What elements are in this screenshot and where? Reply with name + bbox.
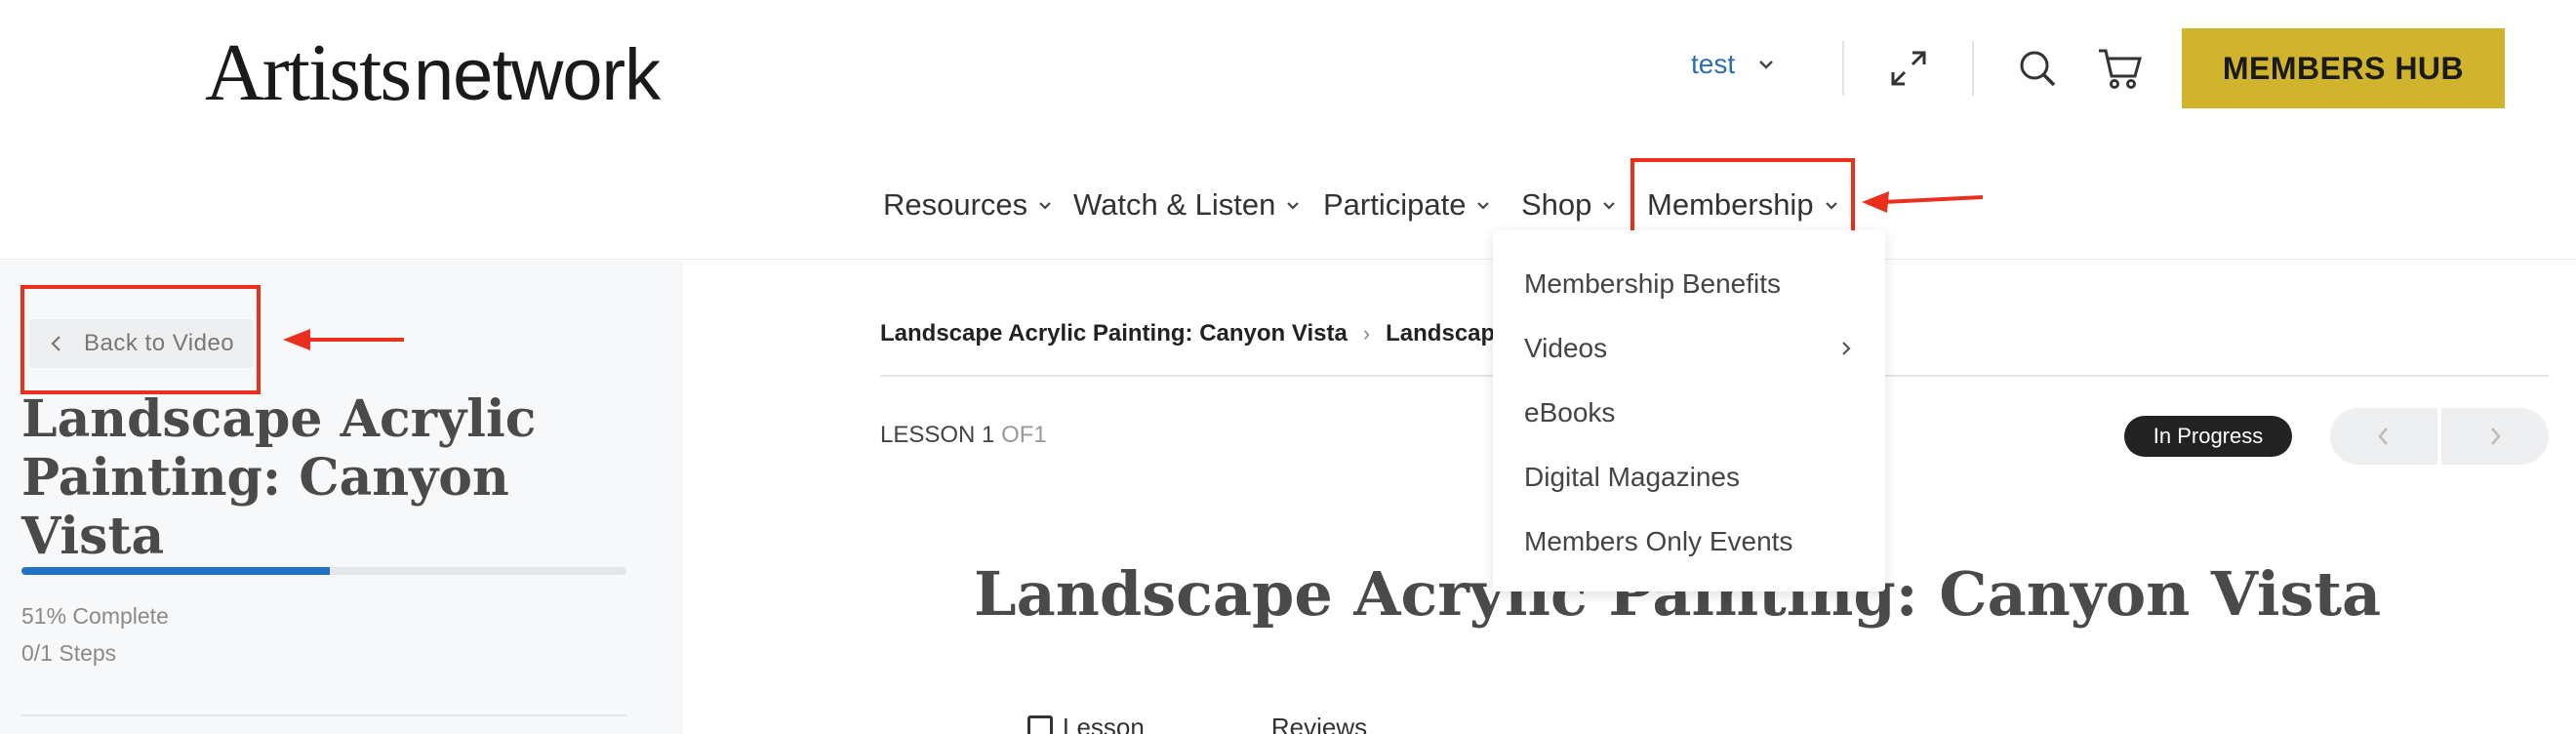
menu-item-label: Videos [1524,333,1608,363]
steps-count: 0/1 Steps [21,640,117,666]
tab-label: Lesson [1063,713,1145,734]
logo-text-artists: Artists [205,27,412,118]
menu-item-label: eBooks [1524,397,1616,428]
chevron-down-icon [1759,61,1774,69]
menu-item-membership-benefits[interactable]: Membership Benefits [1493,252,1885,316]
menu-item-label: Membership Benefits [1524,268,1782,299]
back-button-highlight-box [20,285,261,394]
next-lesson-button[interactable] [2441,408,2549,465]
content-tabs: Lesson Reviews [1027,713,1367,734]
breadcrumb-separator-icon: › [1362,321,1371,346]
site-header: Artists network test MEMBERS HUB Resourc… [0,0,2576,260]
menu-item-members-only-events[interactable]: Members Only Events [1493,510,1885,574]
chevron-down-icon [1477,202,1490,210]
course-progress-bar [21,567,626,575]
arrow-left-icon [1862,191,1984,213]
percent-complete: 51% Complete [21,603,169,629]
logo-text-network: network [414,34,661,115]
nav-item-shop[interactable]: Shop [1521,176,1619,234]
menu-item-label: Digital Magazines [1524,462,1740,492]
course-title: Landscape Acrylic Painting: Canyon Vista [21,389,537,566]
menu-item-ebooks[interactable]: eBooks [1493,381,1885,445]
breadcrumb-course-link[interactable]: Landscape Acrylic Painting: Canyon Vista [880,320,1348,347]
expand-button[interactable] [1887,47,1930,95]
nav-item-label: Shop [1521,187,1592,222]
user-name: test [1691,49,1736,79]
checkbox-icon [1027,714,1053,734]
search-button[interactable] [2016,47,2059,95]
menu-item-label: Members Only Events [1524,526,1793,556]
user-account-menu[interactable]: test [1691,49,1778,80]
status-badge: In Progress [2124,416,2292,457]
menu-item-videos[interactable]: Videos [1493,316,1885,381]
header-divider [1972,41,1974,96]
cart-button[interactable] [2096,45,2143,97]
chevron-left-icon [2378,428,2388,445]
arrow-left-icon [283,329,404,350]
breadcrumb-lesson-link[interactable]: Landscape [1386,320,1508,347]
previous-lesson-button[interactable] [2330,408,2437,465]
sidebar-divider [21,714,626,716]
nav-item-resources[interactable]: Resources [883,176,1055,234]
tab-lesson[interactable]: Lesson [1027,713,1145,734]
membership-highlight-box [1630,158,1855,239]
lesson-counter: LESSON 1 OF1 [880,422,1047,449]
menu-item-digital-magazines[interactable]: Digital Magazines [1493,445,1885,510]
artists-network-logo[interactable]: Artists network [205,25,661,118]
course-progress-fill [21,567,331,575]
tab-reviews[interactable]: Reviews [1271,713,1367,734]
header-divider [1842,41,1844,96]
nav-item-watch-listen[interactable]: Watch & Listen [1073,176,1303,234]
chevron-down-icon [1603,202,1616,210]
lesson-number: LESSON 1 [880,422,995,448]
chevron-down-icon [1039,202,1051,210]
lesson-total: OF1 [1001,422,1047,448]
chevron-right-icon [1842,342,1851,355]
nav-item-participate[interactable]: Participate [1323,176,1493,234]
expand-icon [1891,51,1926,86]
tab-label: Reviews [1270,713,1368,734]
chevron-down-icon [1287,202,1300,210]
chevron-right-icon [2491,428,2501,445]
nav-item-label: Resources [883,187,1028,222]
nav-item-label: Watch & Listen [1073,187,1276,222]
cart-icon [2099,49,2142,89]
members-hub-button[interactable]: MEMBERS HUB [2182,28,2505,108]
breadcrumb: Landscape Acrylic Painting: Canyon Vista… [880,320,1509,347]
search-icon [2020,51,2056,87]
membership-dropdown-menu: Membership Benefits Videos eBooks Digita… [1493,230,1885,591]
nav-item-label: Participate [1323,187,1467,222]
